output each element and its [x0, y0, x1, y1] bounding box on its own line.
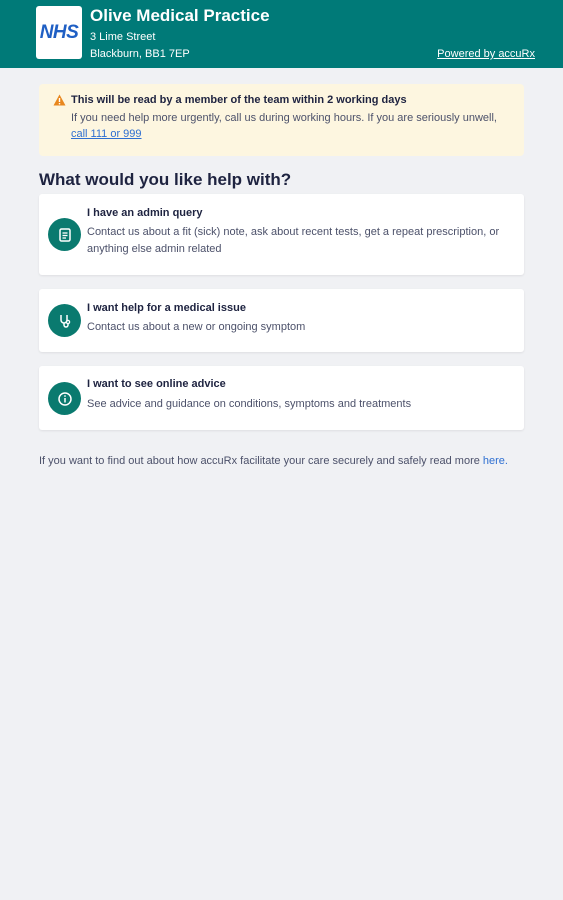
option-card-online-advice[interactable]: I want to see online advice See advice a…: [39, 366, 524, 430]
nhs-logo-text: NHS: [39, 21, 79, 43]
option-title: I have an admin query: [87, 207, 203, 219]
practice-name: Olive Medical Practice: [90, 6, 270, 25]
notice-body: If you need help more urgently, call us …: [53, 110, 510, 142]
powered-by-link[interactable]: Powered by accuRx: [437, 48, 535, 60]
notice-banner: This will be read by a member of the tea…: [39, 84, 524, 156]
read-more-link[interactable]: here.: [483, 455, 508, 467]
option-description: See advice and guidance on conditions, s…: [87, 398, 412, 410]
info-icon: [48, 382, 81, 415]
warning-icon: [53, 94, 66, 106]
option-card-medical-issue[interactable]: I want help for a medical issue Contact …: [39, 289, 524, 352]
option-card-admin-query[interactable]: I have an admin query Contact us about a…: [39, 194, 524, 275]
page-title: What would you like help with?: [39, 170, 292, 189]
stethoscope-icon: [48, 304, 81, 337]
clipboard-icon: [48, 218, 81, 251]
nhs-logo: NHS: [36, 6, 82, 59]
notice-body-text: If you need help more urgently, call us …: [71, 112, 497, 124]
notice-title-row: This will be read by a member of the tea…: [53, 94, 510, 106]
address-line-1: 3 Lime Street: [90, 31, 156, 43]
page-header: NHS Olive Medical Practice 3 Lime Street…: [0, 0, 563, 68]
option-description: Contact us about a fit (sick) note, ask …: [87, 226, 500, 255]
emergency-call-link[interactable]: call 111 or 999: [71, 128, 142, 140]
address-line-2: Blackburn, BB1 7EP: [90, 48, 190, 60]
option-title: I want help for a medical issue: [87, 302, 246, 314]
footer-text: If you want to find out about how accuRx…: [39, 455, 508, 467]
option-description: Contact us about a new or ongoing sympto…: [87, 321, 306, 333]
option-title: I want to see online advice: [87, 378, 226, 390]
footer-body: If you want to find out about how accuRx…: [39, 455, 480, 467]
notice-title: This will be read by a member of the tea…: [71, 94, 407, 106]
